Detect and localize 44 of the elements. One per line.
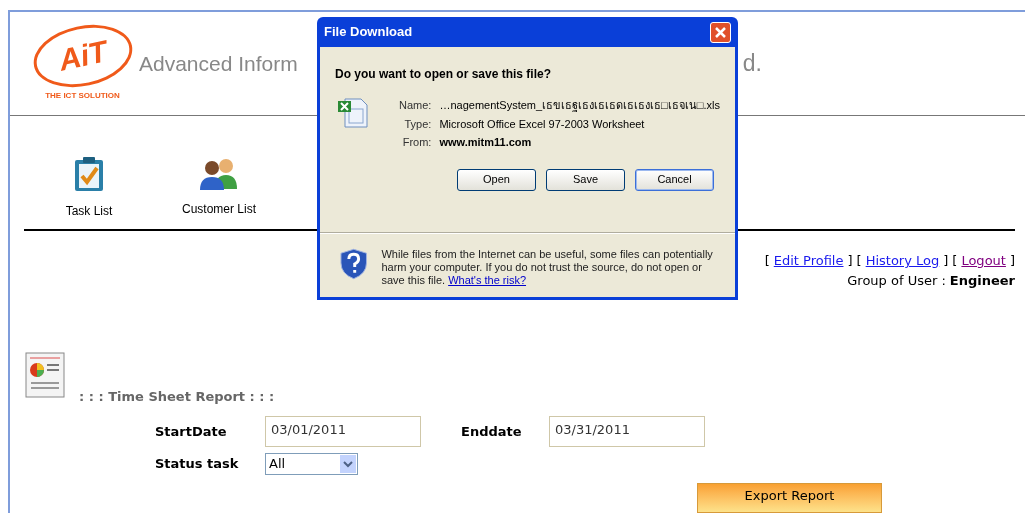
nav-link[interactable]: Logout: [961, 251, 1006, 271]
field-label: Status task: [155, 455, 240, 474]
dialog-button[interactable]: Cancel: [635, 168, 714, 191]
bracket: [: [764, 252, 770, 270]
field-label: StartDate: [155, 422, 228, 441]
site-title: d.: [742, 49, 762, 79]
dialog-button[interactable]: Save: [546, 168, 625, 191]
date-field[interactable]: 03/31/2011: [549, 416, 705, 447]
close-button[interactable]: [710, 21, 731, 43]
people-icon: [199, 156, 239, 191]
nav-link[interactable]: Edit Profile: [773, 251, 844, 271]
bracket: ]: [943, 252, 949, 270]
bracket: ]: [1009, 252, 1015, 270]
nav-link[interactable]: History Log: [865, 251, 940, 271]
risk-link[interactable]: What's the risk?: [448, 274, 527, 286]
close-icon: [715, 26, 726, 38]
status-dropdown[interactable]: All: [265, 453, 358, 475]
field-value: Microsoft Office Excel 97-2003 Worksheet: [439, 116, 646, 132]
user-group-value: Engineer: [949, 271, 1015, 290]
shield-question-icon: [340, 248, 368, 280]
bracket: [: [952, 252, 958, 270]
export-report-button[interactable]: Export Report: [697, 483, 882, 513]
field-label: From:: [401, 135, 432, 150]
user-group-label: Group of User :: [847, 271, 946, 290]
spreadsheet-file-icon: [337, 97, 369, 129]
report-chart-icon: [25, 352, 65, 398]
field-value: …nagementSystem_เธขเธฐเธงเธเธดเธเธงเธ□เธจเน□.xls: [439, 98, 720, 114]
bracket: ]: [847, 252, 853, 270]
clipboard-check-icon: [73, 156, 105, 193]
field-label: Enddate: [461, 422, 523, 441]
dialog-button[interactable]: Open: [457, 168, 536, 191]
report-title: : : : Time Sheet Report : : :: [79, 387, 275, 406]
field-label: Name:: [399, 98, 432, 113]
dialog-question: Do you want to open or save this file?: [335, 67, 552, 81]
nav-link[interactable]: Customer List: [182, 200, 256, 219]
date-field[interactable]: 03/01/2011: [265, 416, 421, 447]
nav-link[interactable]: Task List: [65, 202, 113, 221]
bracket: [: [856, 252, 862, 270]
dropdown-caret-icon: [340, 455, 356, 473]
field-value: www.mitm11.com: [439, 135, 533, 150]
site-title: Advanced Inform: [139, 50, 298, 77]
warning-text: While files from the Internet can be useful, some files can potentially harm your computer. If you do not trust the source, do not open or save this file. What's the risk?: [381, 248, 714, 287]
field-label: Type:: [403, 116, 432, 132]
dialog-title: File Download: [324, 23, 413, 42]
